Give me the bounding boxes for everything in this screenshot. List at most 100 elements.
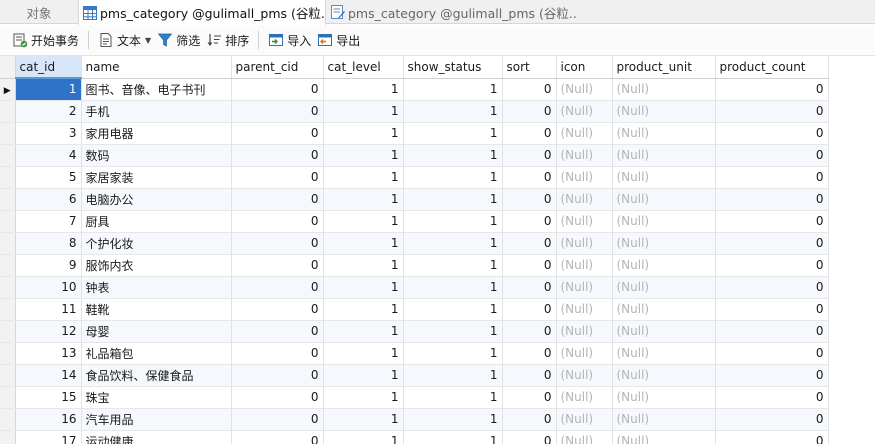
cell-show-status[interactable]: 1 xyxy=(403,430,503,444)
text-button[interactable]: 文本 ▼ xyxy=(95,28,154,52)
filter-button[interactable]: 筛选 xyxy=(154,28,203,52)
cell-product-count[interactable]: 0 xyxy=(715,122,829,145)
cell-cat-level[interactable]: 1 xyxy=(323,298,404,321)
row-indicator[interactable] xyxy=(0,276,16,299)
cell-product-unit[interactable]: (Null) xyxy=(612,408,716,431)
cell-product-unit[interactable]: (Null) xyxy=(612,298,716,321)
cell-product-count[interactable]: 0 xyxy=(715,210,829,233)
cell-parent-cid[interactable]: 0 xyxy=(231,364,324,387)
cell-product-unit[interactable]: (Null) xyxy=(612,78,716,101)
cell-product-unit[interactable]: (Null) xyxy=(612,166,716,189)
column-header-sort[interactable]: sort xyxy=(502,56,557,79)
cell-product-count[interactable]: 0 xyxy=(715,298,829,321)
row-indicator[interactable] xyxy=(0,298,16,321)
cell-cat-id[interactable]: 5 xyxy=(15,166,82,189)
cell-parent-cid[interactable]: 0 xyxy=(231,342,324,365)
table-row[interactable]: 11 鞋靴 0 1 1 0 (Null) (Null) 0 xyxy=(0,298,829,321)
cell-show-status[interactable]: 1 xyxy=(403,232,503,255)
cell-icon[interactable]: (Null) xyxy=(556,144,613,167)
column-header-product-count[interactable]: product_count xyxy=(715,56,829,79)
row-indicator[interactable] xyxy=(0,210,16,233)
cell-product-count[interactable]: 0 xyxy=(715,342,829,365)
cell-name[interactable]: 手机 xyxy=(81,100,232,123)
cell-product-count[interactable]: 0 xyxy=(715,320,829,343)
table-row[interactable]: 14 食品饮料、保健食品 0 1 1 0 (Null) (Null) 0 xyxy=(0,364,829,387)
cell-show-status[interactable]: 1 xyxy=(403,100,503,123)
cell-cat-id[interactable]: 13 xyxy=(15,342,82,365)
cell-product-unit[interactable]: (Null) xyxy=(612,232,716,255)
cell-sort[interactable]: 0 xyxy=(502,408,557,431)
cell-icon[interactable]: (Null) xyxy=(556,364,613,387)
cell-name[interactable]: 钟表 xyxy=(81,276,232,299)
row-indicator[interactable] xyxy=(0,320,16,343)
cell-sort[interactable]: 0 xyxy=(502,144,557,167)
cell-sort[interactable]: 0 xyxy=(502,386,557,409)
cell-cat-level[interactable]: 1 xyxy=(323,210,404,233)
cell-icon[interactable]: (Null) xyxy=(556,166,613,189)
cell-name[interactable]: 母婴 xyxy=(81,320,232,343)
cell-product-count[interactable]: 0 xyxy=(715,166,829,189)
cell-sort[interactable]: 0 xyxy=(502,254,557,277)
cell-show-status[interactable]: 1 xyxy=(403,298,503,321)
cell-product-count[interactable]: 0 xyxy=(715,276,829,299)
table-row[interactable]: 12 母婴 0 1 1 0 (Null) (Null) 0 xyxy=(0,320,829,343)
cell-product-count[interactable]: 0 xyxy=(715,144,829,167)
table-row[interactable]: 3 家用电器 0 1 1 0 (Null) (Null) 0 xyxy=(0,122,829,145)
cell-show-status[interactable]: 1 xyxy=(403,254,503,277)
cell-icon[interactable]: (Null) xyxy=(556,276,613,299)
cell-cat-id[interactable]: 15 xyxy=(15,386,82,409)
cell-sort[interactable]: 0 xyxy=(502,232,557,255)
cell-name[interactable]: 礼品箱包 xyxy=(81,342,232,365)
cell-show-status[interactable]: 1 xyxy=(403,364,503,387)
table-row[interactable]: 6 电脑办公 0 1 1 0 (Null) (Null) 0 xyxy=(0,188,829,211)
cell-product-count[interactable]: 0 xyxy=(715,232,829,255)
cell-name[interactable]: 图书、音像、电子书刊 xyxy=(81,78,232,101)
cell-cat-id[interactable]: 8 xyxy=(15,232,82,255)
cell-product-count[interactable]: 0 xyxy=(715,408,829,431)
column-header-show-status[interactable]: show_status xyxy=(403,56,503,79)
cell-cat-level[interactable]: 1 xyxy=(323,364,404,387)
cell-icon[interactable]: (Null) xyxy=(556,342,613,365)
begin-transaction-button[interactable]: 开始事务 xyxy=(9,28,82,52)
cell-parent-cid[interactable]: 0 xyxy=(231,320,324,343)
cell-product-count[interactable]: 0 xyxy=(715,254,829,277)
cell-name[interactable]: 厨具 xyxy=(81,210,232,233)
cell-product-unit[interactable]: (Null) xyxy=(612,144,716,167)
cell-cat-level[interactable]: 1 xyxy=(323,430,404,444)
cell-name[interactable]: 汽车用品 xyxy=(81,408,232,431)
row-indicator[interactable] xyxy=(0,364,16,387)
column-header-product-unit[interactable]: product_unit xyxy=(612,56,716,79)
cell-name[interactable]: 数码 xyxy=(81,144,232,167)
row-indicator[interactable] xyxy=(0,166,16,189)
cell-icon[interactable]: (Null) xyxy=(556,210,613,233)
row-indicator[interactable] xyxy=(0,188,16,211)
cell-sort[interactable]: 0 xyxy=(502,122,557,145)
cell-cat-id[interactable]: 11 xyxy=(15,298,82,321)
row-indicator[interactable] xyxy=(0,408,16,431)
cell-name[interactable]: 家居家装 xyxy=(81,166,232,189)
cell-cat-id[interactable]: 2 xyxy=(15,100,82,123)
cell-sort[interactable]: 0 xyxy=(502,298,557,321)
cell-cat-level[interactable]: 1 xyxy=(323,342,404,365)
cell-cat-level[interactable]: 1 xyxy=(323,166,404,189)
table-row[interactable]: 13 礼品箱包 0 1 1 0 (Null) (Null) 0 xyxy=(0,342,829,365)
column-header-parent-cid[interactable]: parent_cid xyxy=(231,56,324,79)
cell-sort[interactable]: 0 xyxy=(502,364,557,387)
cell-product-unit[interactable]: (Null) xyxy=(612,320,716,343)
cell-cat-level[interactable]: 1 xyxy=(323,144,404,167)
sort-button[interactable]: 排序 xyxy=(203,28,252,52)
cell-product-count[interactable]: 0 xyxy=(715,78,829,101)
row-indicator[interactable] xyxy=(0,100,16,123)
table-row[interactable]: 4 数码 0 1 1 0 (Null) (Null) 0 xyxy=(0,144,829,167)
cell-icon[interactable]: (Null) xyxy=(556,78,613,101)
row-indicator[interactable] xyxy=(0,342,16,365)
cell-icon[interactable]: (Null) xyxy=(556,408,613,431)
cell-product-count[interactable]: 0 xyxy=(715,386,829,409)
cell-parent-cid[interactable]: 0 xyxy=(231,408,324,431)
cell-cat-id[interactable]: 14 xyxy=(15,364,82,387)
cell-parent-cid[interactable]: 0 xyxy=(231,386,324,409)
row-indicator[interactable] xyxy=(0,232,16,255)
cell-show-status[interactable]: 1 xyxy=(403,122,503,145)
cell-sort[interactable]: 0 xyxy=(502,430,557,444)
cell-product-count[interactable]: 0 xyxy=(715,188,829,211)
